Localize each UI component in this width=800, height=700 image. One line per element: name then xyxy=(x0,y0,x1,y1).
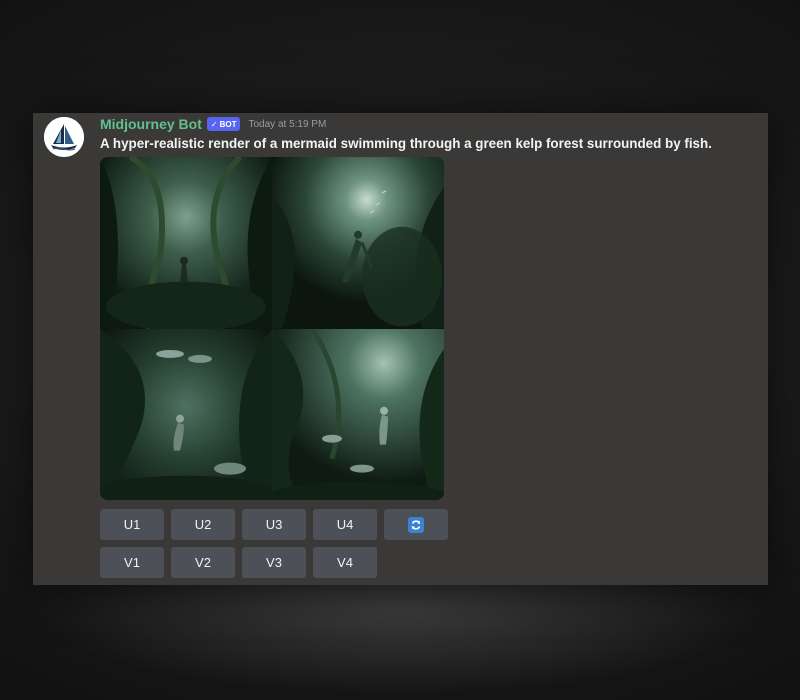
author-name[interactable]: Midjourney Bot xyxy=(100,116,202,132)
message-prompt: A hyper-realistic render of a mermaid sw… xyxy=(100,136,712,151)
image-tile-2[interactable] xyxy=(272,157,444,329)
avatar[interactable] xyxy=(44,117,84,157)
image-tile-3[interactable] xyxy=(100,328,272,500)
message-header: Midjourney Bot ✓ BOT Today at 5:19 PM xyxy=(100,114,326,134)
upscale-button-4[interactable]: U4 xyxy=(313,509,377,540)
variation-button-3[interactable]: V3 xyxy=(242,547,306,578)
variation-button-1[interactable]: V1 xyxy=(100,547,164,578)
message-timestamp: Today at 5:19 PM xyxy=(248,118,327,130)
image-tile-4[interactable] xyxy=(272,328,444,500)
variation-button-4[interactable]: V4 xyxy=(313,547,377,578)
bot-badge: ✓ BOT xyxy=(206,117,241,131)
bot-badge-label: BOT xyxy=(219,119,237,129)
variation-row: V1 V2 V3 V4 xyxy=(100,547,448,578)
reroll-button[interactable] xyxy=(384,509,448,540)
check-icon: ✓ xyxy=(210,119,218,129)
action-buttons: U1 U2 U3 U4 V1 V2 V3 V4 xyxy=(100,509,448,585)
variation-button-2[interactable]: V2 xyxy=(171,547,235,578)
image-tile-1[interactable] xyxy=(100,157,272,329)
upscale-button-3[interactable]: U3 xyxy=(242,509,306,540)
sailboat-logo-icon xyxy=(44,117,84,157)
upscale-button-1[interactable]: U1 xyxy=(100,509,164,540)
upscale-button-2[interactable]: U2 xyxy=(171,509,235,540)
image-grid[interactable] xyxy=(100,157,444,500)
upscale-row: U1 U2 U3 U4 xyxy=(100,509,448,540)
refresh-icon xyxy=(408,516,424,533)
